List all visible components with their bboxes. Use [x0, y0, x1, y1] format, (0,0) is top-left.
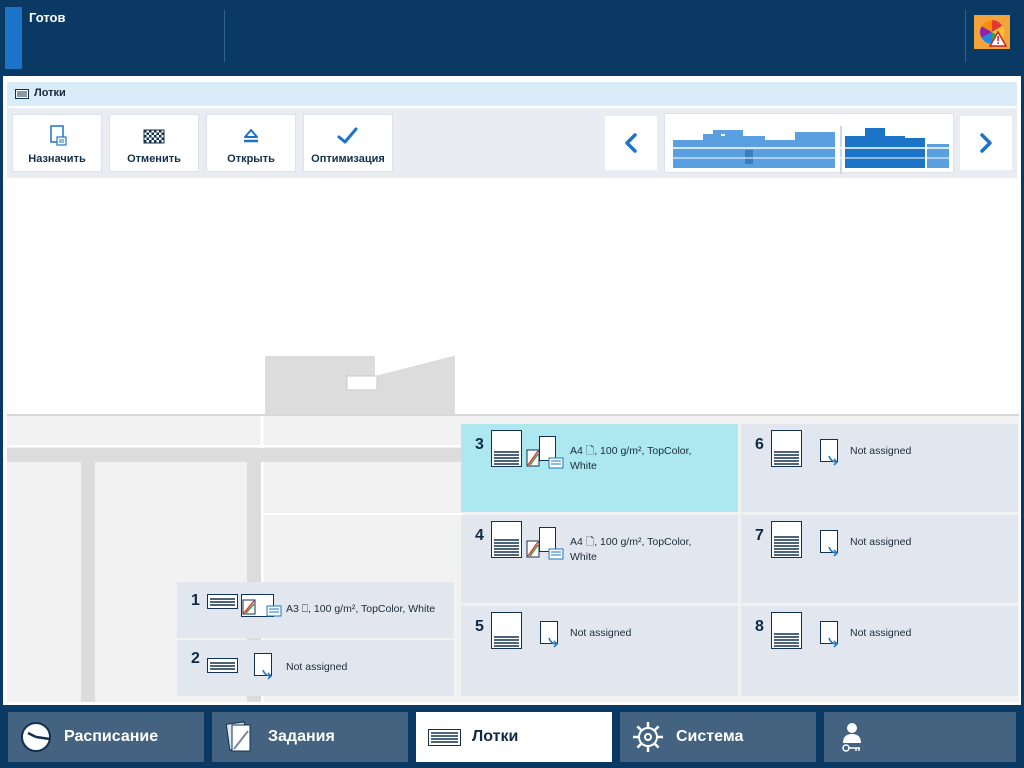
- section-title: Лотки: [34, 87, 66, 99]
- output-tray-illustration: [265, 356, 455, 414]
- status-divider: [965, 10, 966, 62]
- tab-label: Задания: [268, 728, 335, 745]
- checkerboard-icon: [143, 129, 165, 144]
- tray-card-2[interactable]: 2 Not assigned: [177, 640, 454, 696]
- tab-label: Расписание: [64, 728, 159, 745]
- tray-media-info: Not assigned: [850, 445, 912, 457]
- machine-overview[interactable]: [664, 113, 954, 174]
- tray-number: 1: [191, 592, 200, 609]
- tray-media-info: Not assigned: [570, 627, 632, 639]
- tab-jobs[interactable]: Задания: [212, 712, 408, 762]
- color-alert-icon[interactable]: [974, 15, 1010, 49]
- tray-stack-icon: [491, 430, 522, 467]
- tray-stack-icon: [207, 594, 238, 609]
- tray-number: 5: [475, 618, 484, 635]
- tray-stack-icon: [771, 521, 802, 558]
- status-divider: [224, 10, 225, 62]
- scroll-right-button[interactable]: [960, 116, 1012, 170]
- section-header: Лотки: [7, 82, 1017, 106]
- jobs-icon: [225, 721, 251, 752]
- open-label: Открыть: [227, 153, 275, 165]
- assign-label: Назначить: [28, 153, 86, 165]
- assign-button[interactable]: Назначить: [12, 114, 102, 172]
- chevron-left-icon: [625, 133, 637, 153]
- tray-number: 3: [475, 436, 484, 453]
- status-indicator: [5, 7, 22, 69]
- bottom-navigation: Расписание Задания Лотки Система: [0, 706, 1024, 768]
- media-not-assigned-icon: [820, 621, 839, 648]
- media-not-assigned-icon: [820, 530, 839, 557]
- optimize-label: Оптимизация: [311, 153, 385, 165]
- tray-stack-icon: [491, 612, 522, 649]
- tray-stack-icon: [771, 430, 802, 467]
- tray-icon: [428, 729, 461, 746]
- tray-card-1[interactable]: 1 A3 ⎕, 100 g/m², TopColor, White: [177, 582, 454, 638]
- media-assigned-icon: [526, 527, 564, 560]
- tray-stack-icon: [491, 521, 522, 558]
- media-not-assigned-icon: [540, 621, 559, 648]
- tab-label: Система: [676, 728, 744, 745]
- chevron-right-icon: [980, 133, 992, 153]
- tray-card-3[interactable]: 3 A4 🗋, 100 g/m², TopColor, White: [461, 424, 738, 512]
- tray-stack-icon: [771, 612, 802, 649]
- top-status-bar: Готов: [0, 0, 1024, 76]
- tab-user[interactable]: [824, 712, 1016, 762]
- tab-label: Лотки: [472, 728, 519, 745]
- optimize-button[interactable]: Оптимизация: [303, 114, 393, 172]
- tray-media-info: A3 ⎕, 100 g/m², TopColor, White: [286, 603, 436, 615]
- cancel-button[interactable]: Отменить: [109, 114, 199, 172]
- tray-number: 4: [475, 527, 484, 544]
- tab-system[interactable]: Система: [620, 712, 816, 762]
- tray-card-4[interactable]: 4 A4 🗋, 100 g/m², TopColor, White: [461, 515, 738, 603]
- user-key-icon: [842, 723, 861, 752]
- tray-card-6[interactable]: 6 Not assigned: [741, 424, 1018, 512]
- clock-icon: [21, 722, 51, 752]
- assign-icon: [50, 125, 67, 146]
- tray-card-7[interactable]: 7 Not assigned: [741, 515, 1018, 603]
- open-button[interactable]: Открыть: [206, 114, 296, 172]
- printer-line-icon: [673, 126, 949, 174]
- tray-media-info: Not assigned: [850, 627, 912, 639]
- tray-number: 2: [191, 650, 200, 667]
- tray-number: 8: [755, 618, 764, 635]
- eject-icon: [244, 129, 258, 143]
- tray-media-info: A4 🗋, 100 g/m², TopColor, White: [570, 445, 692, 472]
- checkmark-icon: [337, 127, 358, 144]
- tab-trays[interactable]: Лотки: [416, 712, 612, 762]
- tray-stack-icon: [207, 658, 238, 673]
- tray-number: 6: [755, 436, 764, 453]
- media-not-assigned-icon: [820, 439, 839, 466]
- tray-card-5[interactable]: 5 Not assigned: [461, 606, 738, 696]
- media-not-assigned-icon: [254, 653, 273, 680]
- tray-media-info: A4 🗋, 100 g/m², TopColor, White: [570, 536, 692, 563]
- trays-area: 1 A3 ⎕, 100 g/m², TopColor, White 2 Not …: [7, 414, 1019, 702]
- tab-schedule[interactable]: Расписание: [8, 712, 204, 762]
- tray-icon: [15, 89, 29, 99]
- scroll-left-button[interactable]: [605, 116, 657, 170]
- media-assigned-icon: [526, 436, 564, 469]
- tray-media-info: Not assigned: [850, 536, 912, 548]
- cancel-label: Отменить: [127, 153, 181, 165]
- gear-icon: [633, 722, 663, 752]
- tray-number: 7: [755, 527, 764, 544]
- tray-card-8[interactable]: 8 Not assigned: [741, 606, 1018, 696]
- toolbar: Назначить Отменить Открыть Оптимизация: [7, 108, 1017, 178]
- status-text: Готов: [29, 10, 66, 25]
- tray-media-info: Not assigned: [286, 661, 348, 673]
- main-panel: Лотки Назначить Отменить Открыть Оптимиз…: [3, 76, 1021, 705]
- media-assigned-icon: [241, 594, 282, 617]
